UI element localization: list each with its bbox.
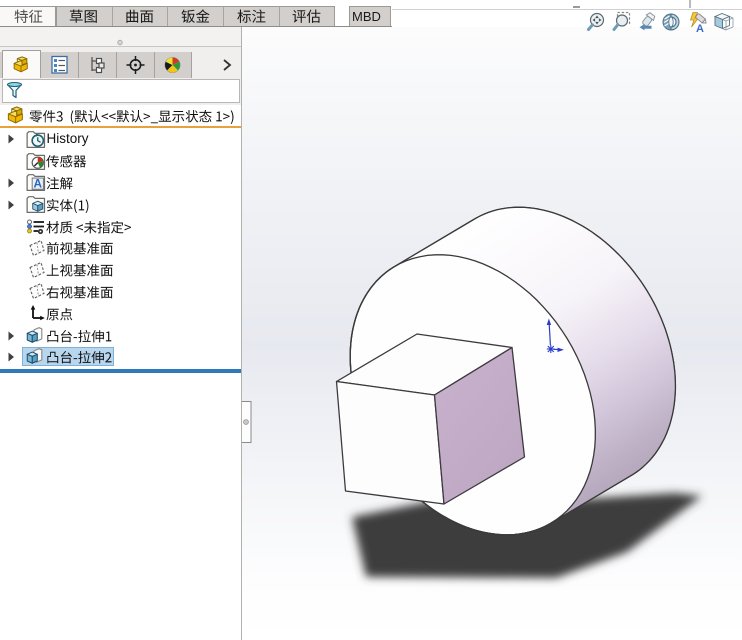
svg-text:A: A bbox=[696, 23, 704, 34]
svg-text:A: A bbox=[34, 178, 43, 191]
